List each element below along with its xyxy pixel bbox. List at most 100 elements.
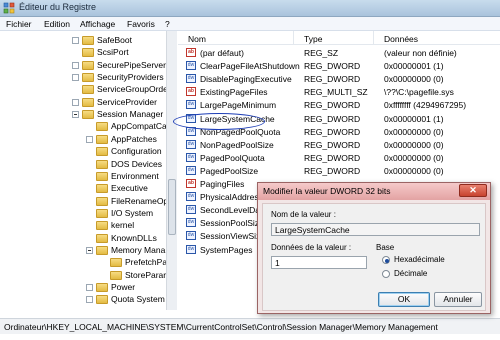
folder-icon [96,283,108,292]
tree-item-label: Power [111,282,136,292]
value-data: 0x00000001 (1) [384,61,444,72]
tree-item-label: Session Manager [97,109,164,120]
value-data-field[interactable]: 1 [271,256,367,269]
tree-scrollbar-thumb[interactable] [168,179,176,235]
folder-icon [82,48,94,58]
collapse-icon[interactable] [72,111,79,119]
value-name: NonPagedPoolSize [200,139,274,150]
tree-item-label: I/O System [111,207,154,218]
dialog-title-bar[interactable]: Modifier la valeur DWORD 32 bits ✕ [258,183,490,200]
radio-decimal-label[interactable]: Décimale [394,269,427,278]
menu-fichier[interactable]: Fichier [6,19,32,29]
folder-icon [96,184,108,194]
radio-hexadecimal[interactable] [382,256,390,264]
radio-hexadecimal-label[interactable]: Hexadécimale [394,255,445,264]
ok-button[interactable]: OK [378,292,430,307]
status-bar: Ordinateur\HKEY_LOCAL_MACHINE\SYSTEM\Cur… [0,318,500,334]
column-header-name[interactable]: Nom [178,31,294,45]
value-type: REG_DWORD [304,100,361,111]
tree-item-label: SafeBoot [97,35,132,45]
folder-icon [110,270,122,280]
menu-favoris[interactable]: Favoris [127,19,155,29]
value-name: PagingFiles [200,179,245,189]
value-row[interactable]: ab (par défaut) REG_SZ (valeur non définie) [178,47,500,59]
value-row[interactable]: ab ExistingPageFiles REG_MULTI_SZ \??\C:\pa… [178,86,500,98]
value-data: (valeur non définie) [384,48,457,58]
folder-icon [82,36,94,45]
expand-icon[interactable] [72,98,79,106]
value-name: ExistingPageFiles [200,87,268,98]
expand-icon[interactable] [86,284,93,291]
value-data: 0x00000000 (0) [384,139,444,150]
value-name: PagedPoolQuota [200,152,265,163]
value-name-label: Nom de la valeur : [271,210,336,219]
highlight-circle [173,113,265,130]
folder-icon [82,110,94,120]
string-value-icon: ab [186,87,196,97]
value-data: 0x00000001 (1) [384,113,444,124]
value-type: REG_DWORD [304,126,361,137]
value-row[interactable]: dw DisablePagingExecutive REG_DWORD 0x00000… [178,73,500,85]
expand-icon[interactable] [86,296,93,304]
cancel-button[interactable]: Annuler [434,292,482,307]
menu-edition[interactable]: Edition [44,19,70,29]
expand-icon[interactable] [86,135,93,143]
folder-icon [96,147,108,157]
value-row[interactable]: dw PagedPoolSize REG_DWORD 0x00000000 (0) [178,165,500,177]
binary-value-icon: dw [186,100,196,110]
binary-value-icon: dw [186,231,196,241]
binary-value-icon: dw [186,152,196,162]
tree-item-label: Environment [111,170,159,181]
folder-icon [96,171,108,181]
value-name: PhysicalAddress [200,192,263,203]
value-type: REG_DWORD [304,113,361,124]
value-row[interactable]: dw LargePageMinimum REG_DWORD 0xffffffff (4… [178,99,500,111]
value-name: SecondLevelDat [200,205,263,216]
expand-icon[interactable] [72,61,79,69]
expand-icon[interactable] [72,74,79,82]
tree-item-label: FileRenameOp [111,195,169,206]
window-title: Éditeur du Registre [19,2,97,12]
folder-icon [96,295,108,305]
value-type: REG_DWORD [304,165,361,176]
menu-help[interactable]: ? [165,19,170,29]
value-type: REG_MULTI_SZ [304,87,368,98]
column-header-data[interactable]: Données [374,31,500,45]
value-row[interactable]: dw PagedPoolQuota REG_DWORD 0x00000000 (0) [178,152,500,164]
menu-affichage[interactable]: Affichage [80,19,115,29]
tree-item-label: ServiceProvider [97,96,157,107]
value-data: 0x00000000 (0) [384,165,444,176]
folder-icon [96,196,108,206]
tree-item-label: ServiceGroupOrde [97,84,168,95]
collapse-icon[interactable] [86,246,93,254]
tree-item-label: Quota System [111,294,165,305]
dialog-body: Nom de la valeur : LargeSystemCache Donn… [262,203,486,311]
value-name: SessionPoolSize [200,218,264,229]
radio-decimal[interactable] [382,270,390,278]
tree-item-label: AppPatches [111,133,157,144]
value-name: SessionViewSize [200,231,266,242]
tree-scrollbar[interactable] [166,31,177,310]
value-type: REG_DWORD [304,61,361,72]
expand-icon[interactable] [72,37,79,44]
binary-value-icon: dw [186,244,196,254]
value-row[interactable]: dw NonPagedPoolSize REG_DWORD 0x00000000 (0… [178,139,500,151]
tree-item-label: DOS Devices [111,158,163,169]
value-name: LargePageMinimum [200,100,277,111]
folder-icon [96,159,108,169]
value-name-field[interactable]: LargeSystemCache [271,223,480,236]
title-bar: Éditeur du Registre [0,0,500,17]
tree-item-label: SecurePipeServers [97,59,171,70]
binary-value-icon: dw [186,192,196,202]
tree-item-label: KnownDLLs [111,232,157,243]
value-name: DisablePagingExecutive [200,74,292,85]
value-row[interactable]: dw ClearPageFileAtShutdown REG_DWORD 0x0000… [178,60,500,72]
column-header-type[interactable]: Type [294,31,374,45]
folder-icon [82,85,94,95]
tree-item-label: SecurityProviders [97,72,164,83]
value-data: \??\C:\pagefile.sys [384,87,454,98]
folder-icon [96,245,108,255]
dialog-close-button[interactable]: ✕ [459,184,487,197]
folder-icon [96,221,108,231]
value-data: 0xffffffff (4294967295) [384,100,467,111]
